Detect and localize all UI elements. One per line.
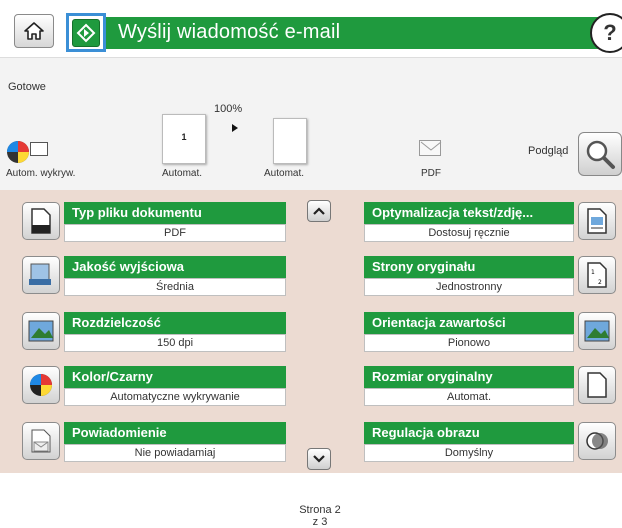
option-title-original-sides[interactable]: Strony oryginału [364, 256, 574, 278]
option-value-document-type[interactable]: PDF [64, 224, 286, 242]
scroll-up-button[interactable] [307, 200, 331, 222]
thumbnail-1-label: Automat. [162, 168, 203, 179]
scroll-down-button[interactable] [307, 448, 331, 470]
optimize-text-image-icon[interactable] [578, 202, 616, 240]
option-value-resolution[interactable]: 150 dpi [64, 334, 286, 352]
page-thumbnail-2[interactable] [273, 118, 307, 164]
mono-page-icon [30, 142, 48, 156]
home-button[interactable] [14, 14, 54, 48]
page-indicator-line2: z 3 [312, 516, 328, 528]
image-adjust-icon[interactable] [578, 422, 616, 460]
page-title: Wyślij wiadomość e-mail [118, 21, 341, 43]
options-panel: Typ pliku dokumentu PDF Jakość wyjściowa… [0, 190, 622, 528]
page-thumbnail-number: 1 [181, 132, 187, 142]
original-size-icon[interactable] [578, 366, 616, 404]
mode-label: Autom. wykryw. [6, 168, 76, 179]
file-type-label: PDF [421, 168, 441, 179]
page-indicator: Strona 2 z 3 [290, 504, 350, 528]
home-icon [24, 22, 44, 40]
original-sides-icon[interactable]: 12 [578, 256, 616, 294]
status-area: Gotowe 100% Autom. wykryw. 1 Automat. Au… [0, 57, 622, 190]
option-value-original-size[interactable]: Automat. [364, 388, 574, 406]
header: Wyślij wiadomość e-mail ? [0, 0, 622, 57]
help-button[interactable]: ? [590, 13, 622, 53]
option-title-content-orientation[interactable]: Orientacja zawartości [364, 312, 574, 334]
page-indicator-line1: Strona 2 [299, 504, 341, 516]
option-value-color-black[interactable]: Automatyczne wykrywanie [64, 388, 286, 406]
chevron-down-icon [313, 455, 325, 463]
option-title-original-size[interactable]: Rozmiar oryginalny [364, 366, 574, 388]
color-black-icon[interactable] [22, 366, 60, 404]
option-title-document-type[interactable]: Typ pliku dokumentu [64, 202, 286, 224]
notification-icon[interactable] [22, 422, 60, 460]
thumbnail-2-label: Automat. [264, 168, 305, 179]
option-value-output-quality[interactable]: Średnia [64, 278, 286, 296]
page-thumbnail-1[interactable]: 1 [162, 114, 206, 164]
option-value-content-orientation[interactable]: Pionowo [364, 334, 574, 352]
start-icon [72, 18, 100, 47]
preview-label: Podgląd [528, 145, 569, 157]
preview-button[interactable] [578, 132, 622, 176]
svg-text:2: 2 [598, 279, 602, 286]
resolution-icon[interactable] [22, 312, 60, 350]
document-type-icon[interactable] [22, 202, 60, 240]
zoom-level: 100% [214, 103, 243, 115]
option-title-image-adjust[interactable]: Regulacja obrazu [364, 422, 574, 444]
help-icon: ? [603, 20, 617, 45]
option-title-output-quality[interactable]: Jakość wyjściowa [64, 256, 286, 278]
option-title-notification[interactable]: Powiadomienie [64, 422, 286, 444]
option-value-optimize-text-image[interactable]: Dostosuj ręcznie [364, 224, 574, 242]
content-orientation-icon[interactable] [578, 312, 616, 350]
magnifier-icon [586, 140, 615, 169]
envelope-icon [419, 140, 442, 156]
next-page-arrow-icon[interactable] [232, 124, 238, 132]
chevron-up-icon [313, 207, 325, 215]
option-title-color-black[interactable]: Kolor/Czarny [64, 366, 286, 388]
option-value-notification[interactable]: Nie powiadamiaj [64, 444, 286, 462]
svg-text:1: 1 [591, 269, 595, 276]
color-mode-icon [7, 141, 29, 163]
option-value-original-sides[interactable]: Jednostronny [364, 278, 574, 296]
option-value-image-adjust[interactable]: Domyślny [364, 444, 574, 462]
start-button[interactable] [66, 13, 106, 52]
option-title-optimize-text-image[interactable]: Optymalizacja tekst/zdję... [364, 202, 574, 224]
option-title-resolution[interactable]: Rozdzielczość [64, 312, 286, 334]
status-text: Gotowe [8, 81, 46, 93]
output-quality-icon[interactable] [22, 256, 60, 294]
